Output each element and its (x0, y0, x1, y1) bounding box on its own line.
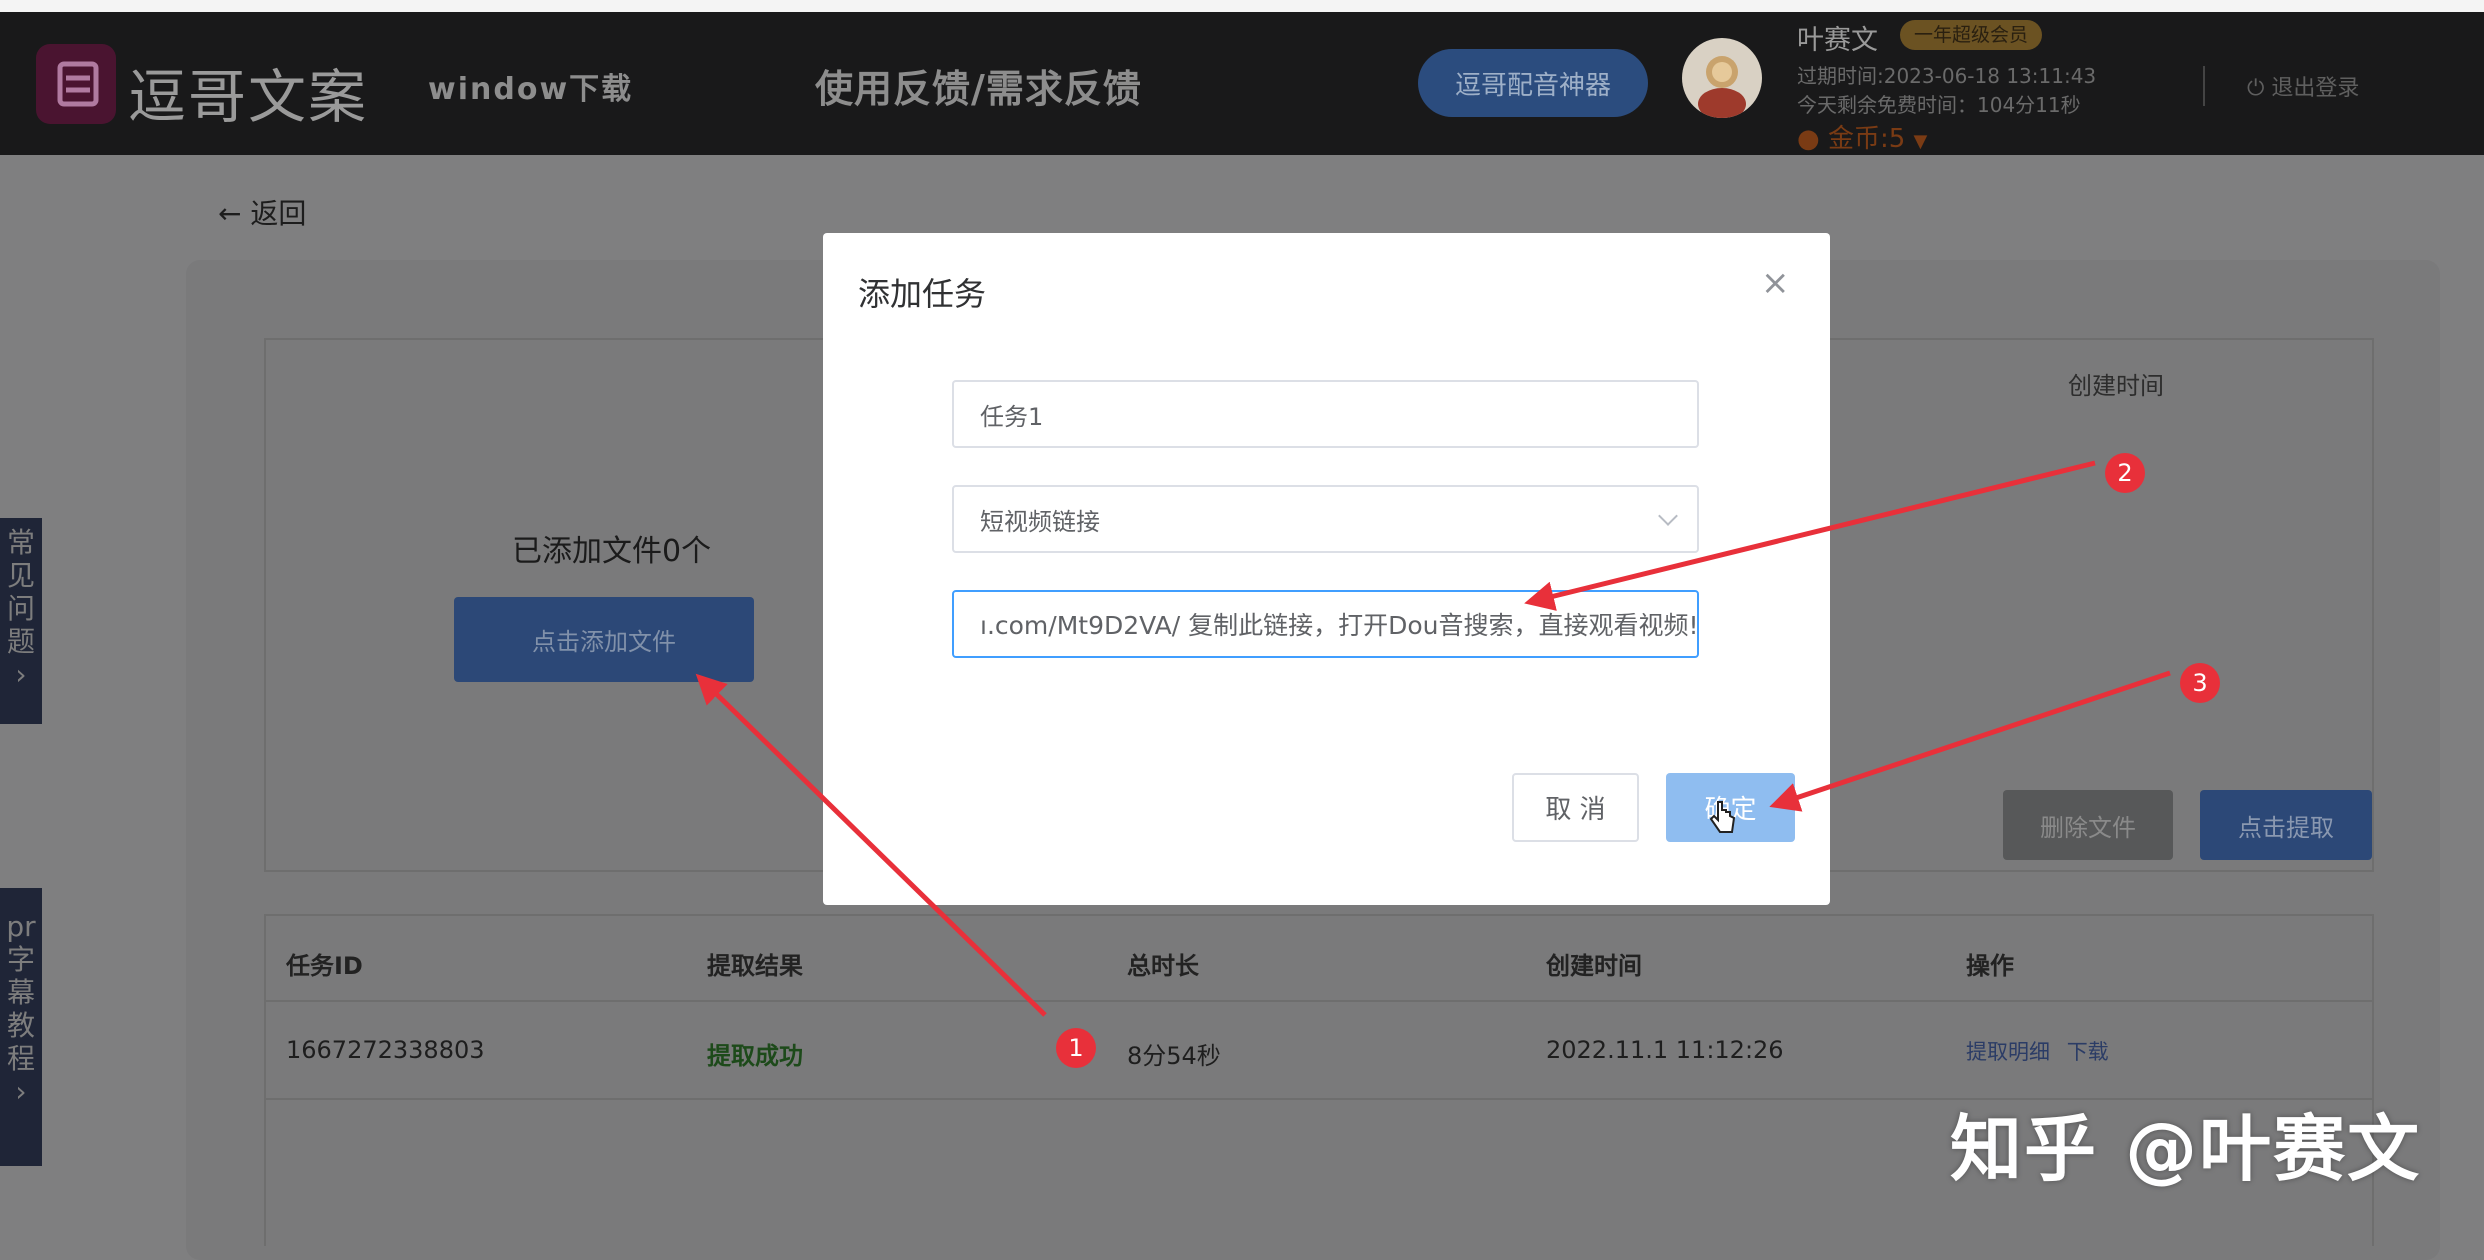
annotation-marker: 1 (1056, 1028, 1096, 1068)
arrow-3 (1769, 670, 2171, 812)
arrow-1 (695, 673, 1047, 1017)
watermark-text: 知乎 @叶赛文 (1950, 1107, 2422, 1191)
annotation-marker: 3 (2180, 663, 2220, 703)
annotation-arrows (695, 460, 2171, 1017)
annotation-marker: 2 (2105, 453, 2145, 493)
arrow-2 (1524, 460, 2096, 611)
